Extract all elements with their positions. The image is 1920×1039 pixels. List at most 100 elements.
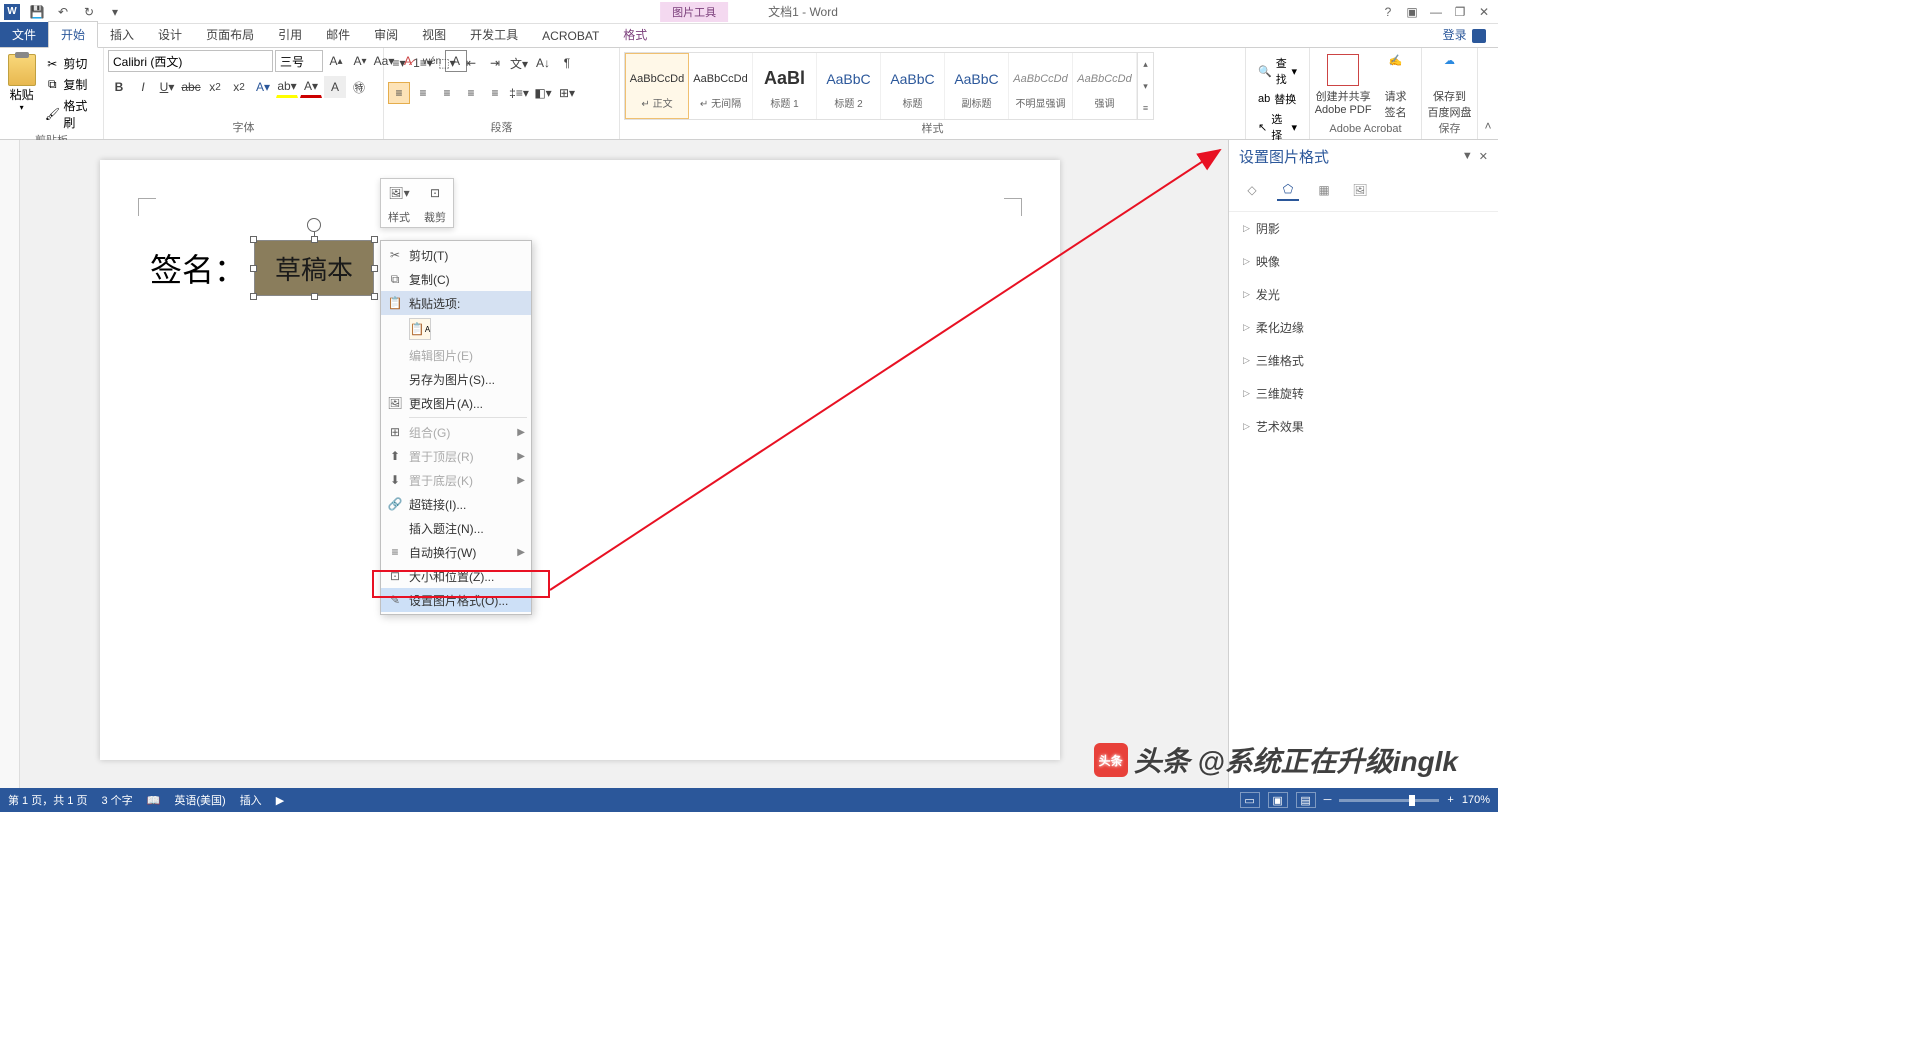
styles-scroll-up-icon[interactable]: ▴ xyxy=(1138,53,1153,75)
font-color-button[interactable]: A▾ xyxy=(300,76,322,98)
bold-button[interactable]: B xyxy=(108,76,130,98)
context-menu-item-0[interactable]: ✂剪切(T) xyxy=(381,243,531,267)
language-status[interactable]: 英语(美国) xyxy=(174,792,225,808)
resize-handle-tr[interactable] xyxy=(371,236,378,243)
styles-gallery[interactable]: AaBbCcDd↵ 正文AaBbCcDd↵ 无间隔AaBl标题 1AaBbC标题… xyxy=(624,52,1154,120)
enclose-char-button[interactable]: ㊕ xyxy=(348,76,370,98)
selected-picture[interactable]: 草稿本 xyxy=(254,240,374,296)
panel-options-icon[interactable]: ▼ xyxy=(1462,150,1473,163)
italic-button[interactable]: I xyxy=(132,76,154,98)
zoom-out-icon[interactable]: ─ xyxy=(1324,794,1332,806)
redo-icon[interactable]: ↻ xyxy=(80,3,98,21)
line-spacing-button[interactable]: ‡≡▾ xyxy=(508,82,530,104)
resize-handle-bl[interactable] xyxy=(250,293,257,300)
help-icon[interactable]: ? xyxy=(1378,2,1398,22)
print-layout-icon[interactable]: ▣ xyxy=(1268,792,1288,808)
char-shading-button[interactable]: A xyxy=(324,76,346,98)
highlight-button[interactable]: ab▾ xyxy=(276,76,298,98)
close-icon[interactable]: ✕ xyxy=(1474,2,1494,22)
grow-font-button[interactable]: A▴ xyxy=(325,50,347,72)
align-justify-button[interactable]: ≡ xyxy=(460,82,482,104)
replace-button[interactable]: ab替换 xyxy=(1256,90,1299,108)
tab-home[interactable]: 开始 xyxy=(48,21,98,48)
select-button[interactable]: ↖选择▾ xyxy=(1256,110,1299,144)
zoom-level[interactable]: 170% xyxy=(1462,794,1490,806)
resize-handle-br[interactable] xyxy=(371,293,378,300)
style-item-0[interactable]: AaBbCcDd↵ 正文 xyxy=(625,53,689,119)
panel-tab-effects-icon[interactable]: ⬠ xyxy=(1277,179,1299,201)
context-menu-item-13[interactable]: ⊡大小和位置(Z)... xyxy=(381,564,531,588)
tab-review[interactable]: 审阅 xyxy=(362,22,410,47)
collapse-ribbon-icon[interactable]: ˄ xyxy=(1478,48,1498,139)
panel-section-0[interactable]: ▷ 阴影 xyxy=(1229,212,1498,245)
style-item-4[interactable]: AaBbC标题 xyxy=(881,53,945,119)
tab-format[interactable]: 格式 xyxy=(611,22,659,47)
format-painter-button[interactable]: 🖌格式刷 xyxy=(41,96,99,132)
context-menu-item-10[interactable]: 🔗超链接(I)... xyxy=(381,492,531,516)
resize-handle-bc[interactable] xyxy=(311,293,318,300)
rotate-handle[interactable] xyxy=(307,218,321,232)
login-link[interactable]: 登录 xyxy=(1439,22,1490,47)
style-item-6[interactable]: AaBbCcDd不明显强调 xyxy=(1009,53,1073,119)
panel-section-3[interactable]: ▷ 柔化边缘 xyxy=(1229,311,1498,344)
bullets-button[interactable]: ≡▾ xyxy=(388,52,410,74)
tab-view[interactable]: 视图 xyxy=(410,22,458,47)
panel-tab-picture-icon[interactable]: 🖼 xyxy=(1349,179,1371,201)
ribbon-display-icon[interactable]: ▣ xyxy=(1402,2,1422,22)
context-menu-item-2[interactable]: 📋粘贴选项: xyxy=(381,291,531,315)
sort-button[interactable]: A↓ xyxy=(532,52,554,74)
save-icon[interactable]: 💾 xyxy=(28,3,46,21)
context-menu-item-5[interactable]: 🖼更改图片(A)... xyxy=(381,391,531,415)
panel-close-icon[interactable]: ✕ xyxy=(1479,150,1488,163)
context-menu-item-12[interactable]: ≡自动换行(W)▶ xyxy=(381,540,531,564)
context-menu-item-4[interactable]: 另存为图片(S)... xyxy=(381,367,531,391)
text-effects-button[interactable]: A▾ xyxy=(252,76,274,98)
restore-icon[interactable]: ❐ xyxy=(1450,2,1470,22)
style-item-5[interactable]: AaBbC副标题 xyxy=(945,53,1009,119)
show-marks-button[interactable]: ¶ xyxy=(556,52,578,74)
asian-layout-button[interactable]: 文▾ xyxy=(508,52,530,74)
numbering-button[interactable]: 1≡▾ xyxy=(412,52,434,74)
context-menu-item-11[interactable]: 插入题注(N)... xyxy=(381,516,531,540)
styles-expand-icon[interactable]: ≡ xyxy=(1138,97,1153,119)
save-baidu-button[interactable]: ☁保存到 百度网盘 xyxy=(1426,50,1473,120)
strikethrough-button[interactable]: abc xyxy=(180,76,202,98)
resize-handle-tc[interactable] xyxy=(311,236,318,243)
shrink-font-button[interactable]: A▾ xyxy=(349,50,371,72)
borders-button[interactable]: ⊞▾ xyxy=(556,82,578,104)
panel-section-2[interactable]: ▷ 发光 xyxy=(1229,278,1498,311)
style-item-3[interactable]: AaBbC标题 2 xyxy=(817,53,881,119)
find-button[interactable]: 🔍查找▾ xyxy=(1256,54,1299,88)
resize-handle-mr[interactable] xyxy=(371,265,378,272)
panel-section-5[interactable]: ▷ 三维旋转 xyxy=(1229,377,1498,410)
style-item-7[interactable]: AaBbCcDd强调 xyxy=(1073,53,1137,119)
minimize-icon[interactable]: — xyxy=(1426,2,1446,22)
decrease-indent-button[interactable]: ⇤ xyxy=(460,52,482,74)
mini-style-button[interactable]: 🖼▾ xyxy=(381,179,417,207)
paste-button[interactable]: 粘贴 ▾ xyxy=(4,50,39,112)
panel-section-6[interactable]: ▷ 艺术效果 xyxy=(1229,410,1498,443)
paste-keep-source-button[interactable]: 📋A xyxy=(409,318,431,340)
page-number-status[interactable]: 第 1 页，共 1 页 xyxy=(8,792,87,808)
resize-handle-tl[interactable] xyxy=(250,236,257,243)
tab-dev[interactable]: 开发工具 xyxy=(458,22,530,47)
tab-mailings[interactable]: 邮件 xyxy=(314,22,362,47)
style-item-1[interactable]: AaBbCcDd↵ 无间隔 xyxy=(689,53,753,119)
superscript-button[interactable]: x2 xyxy=(228,76,250,98)
qat-customize-icon[interactable]: ▾ xyxy=(106,3,124,21)
shading-button[interactable]: ◧▾ xyxy=(532,82,554,104)
style-item-2[interactable]: AaBl标题 1 xyxy=(753,53,817,119)
resize-handle-ml[interactable] xyxy=(250,265,257,272)
tab-design[interactable]: 设计 xyxy=(146,22,194,47)
tab-references[interactable]: 引用 xyxy=(266,22,314,47)
tab-insert[interactable]: 插入 xyxy=(98,22,146,47)
context-menu-item-1[interactable]: ⧉复制(C) xyxy=(381,267,531,291)
multilevel-button[interactable]: ⬚▾ xyxy=(436,52,458,74)
document-page[interactable]: 签名： 草稿本 xyxy=(100,160,1060,760)
cut-button[interactable]: ✂剪切 xyxy=(41,54,99,73)
styles-scroll-down-icon[interactable]: ▾ xyxy=(1138,75,1153,97)
panel-tab-layout-icon[interactable]: ▦ xyxy=(1313,179,1335,201)
align-left-button[interactable]: ≡ xyxy=(388,82,410,104)
tab-acrobat[interactable]: ACROBAT xyxy=(530,25,611,47)
panel-tab-fill-icon[interactable]: ◇ xyxy=(1241,179,1263,201)
